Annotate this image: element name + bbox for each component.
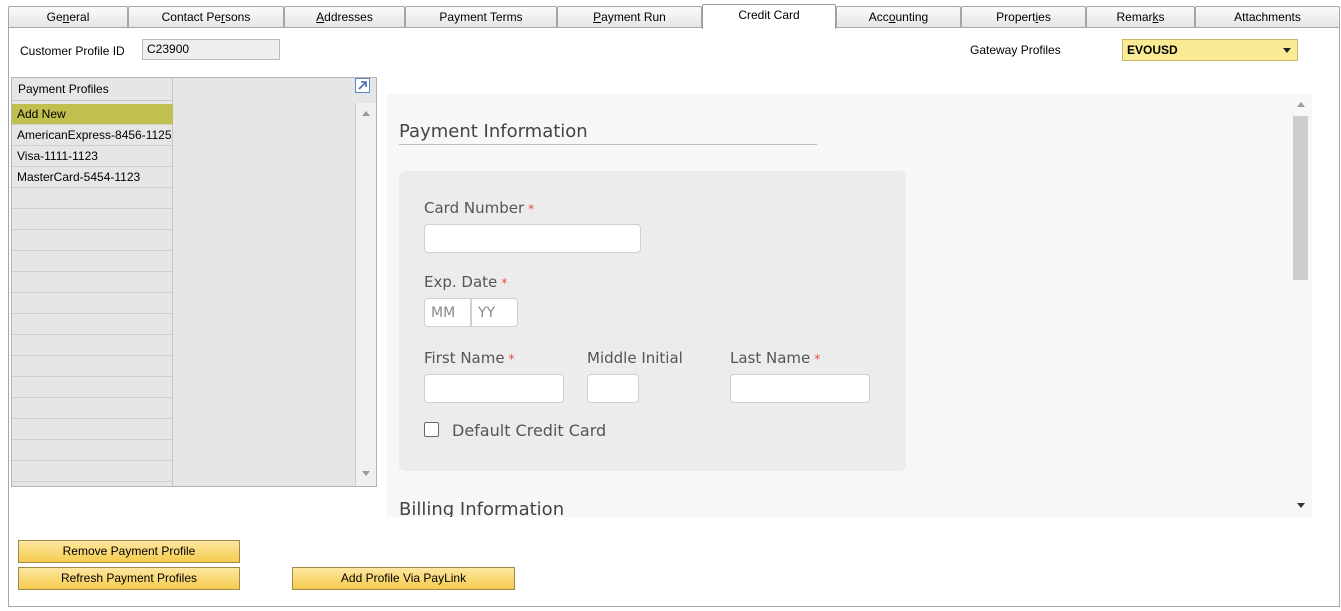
list-item-empty: [12, 398, 173, 419]
middle-initial-label: Middle Initial: [587, 349, 683, 367]
list-item-empty: [12, 377, 173, 398]
list-item-empty: [12, 335, 173, 356]
first-name-input[interactable]: [424, 374, 564, 403]
scrollbar-thumb[interactable]: [1293, 116, 1308, 280]
tab-label: Payment Terms: [439, 10, 523, 24]
tab-bar: General Contact Persons Addresses Paymen…: [8, 4, 1340, 29]
customer-profile-id-field[interactable]: C23900: [142, 39, 280, 60]
tab-label: Acc: [868, 10, 889, 24]
add-profile-via-paylink-button[interactable]: Add Profile Via PayLink: [292, 567, 515, 590]
list-item-empty: [12, 272, 173, 293]
last-name-input[interactable]: [730, 374, 870, 403]
exp-year-input[interactable]: [471, 298, 518, 327]
last-name-label: Last Name *: [730, 349, 820, 367]
scroll-down-icon[interactable]: [362, 471, 370, 476]
payment-profiles-grid: Payment Profiles Add New AmericanExpress…: [11, 77, 377, 487]
grid-scrollbar[interactable]: [355, 103, 376, 486]
tab-label: ddresses: [324, 10, 373, 24]
default-credit-card-label: Default Credit Card: [452, 421, 607, 440]
gateway-profiles-value: EVOUSD: [1127, 43, 1178, 57]
payment-web-panel: Payment Information Card Number * Exp. Da…: [387, 94, 1312, 517]
scroll-up-icon[interactable]: [362, 111, 370, 116]
tab-hotkey: o: [888, 10, 896, 24]
label-text: Card Number: [424, 199, 525, 217]
tab-properties[interactable]: Properties: [961, 6, 1086, 28]
first-name-label: First Name *: [424, 349, 515, 367]
tab-remarks[interactable]: Remarks: [1086, 6, 1195, 28]
chevron-down-icon: [1283, 48, 1291, 53]
tab-label: s: [1158, 10, 1165, 24]
tab-label: unting: [895, 10, 929, 24]
list-item-add-new[interactable]: Add New: [12, 104, 173, 125]
exp-month-input[interactable]: [424, 298, 471, 327]
tab-label: Propert: [996, 10, 1036, 24]
list-item-empty: [12, 251, 173, 272]
tab-label: eral: [69, 10, 90, 24]
list-item-empty: [12, 230, 173, 251]
required-mark: *: [508, 352, 515, 366]
panel-scrollbar[interactable]: [1290, 94, 1312, 517]
label-text: Last Name: [730, 349, 811, 367]
list-item[interactable]: Visa-1111-1123: [12, 146, 173, 167]
list-item-empty: [12, 188, 173, 209]
list-item-empty: [12, 440, 173, 461]
tab-label: es: [1038, 10, 1051, 24]
card-number-label: Card Number *: [424, 199, 534, 217]
tab-label: Remar: [1116, 10, 1153, 24]
customer-profile-id-label: Customer Profile ID: [20, 44, 125, 58]
payment-form-card: Card Number* Exp. Date* First Name* Midd…: [399, 171, 906, 471]
card-number-input[interactable]: [424, 224, 641, 253]
tab-accounting[interactable]: Accounting: [836, 6, 961, 28]
tab-credit-card[interactable]: Credit Card: [702, 4, 836, 29]
list-item[interactable]: AmericanExpress-8456-1125: [12, 125, 173, 146]
scroll-up-icon[interactable]: [1297, 102, 1305, 107]
list-item-empty: [12, 461, 173, 482]
tab-payment-run[interactable]: Payment Run: [557, 6, 702, 28]
tab-addresses[interactable]: Addresses: [284, 6, 405, 28]
scroll-down-icon[interactable]: [1297, 503, 1305, 508]
required-mark: *: [528, 202, 535, 216]
refresh-payment-profiles-button[interactable]: Refresh Payment Profiles: [18, 567, 240, 590]
payment-profiles-header: Payment Profiles: [12, 78, 173, 101]
tab-label: sons: [225, 10, 251, 24]
list-item-empty: [12, 419, 173, 440]
required-mark: *: [814, 352, 821, 366]
tab-hotkey: P: [593, 10, 602, 24]
list-item-empty: [12, 293, 173, 314]
arrow-up-right-icon: [358, 81, 367, 90]
tab-hotkey: A: [316, 10, 325, 24]
tab-label: ayment Run: [601, 10, 666, 24]
gateway-profiles-label: Gateway Profiles: [970, 43, 1061, 57]
expand-icon[interactable]: [355, 78, 370, 93]
middle-initial-input[interactable]: [587, 374, 639, 403]
tab-attachments[interactable]: Attachments: [1195, 6, 1340, 28]
default-credit-card-checkbox[interactable]: [424, 422, 439, 437]
list-item[interactable]: MasterCard-5454-1123: [12, 167, 173, 188]
gateway-profiles-select[interactable]: EVOUSD: [1122, 39, 1298, 61]
section-divider: [399, 144, 817, 145]
tab-label: Contact Pe: [161, 10, 221, 24]
tab-payment-terms[interactable]: Payment Terms: [405, 6, 557, 28]
remove-payment-profile-button[interactable]: Remove Payment Profile: [18, 540, 240, 563]
payment-information-title: Payment Information: [399, 121, 588, 142]
tab-label: Attachments: [1234, 10, 1301, 24]
tab-contact-persons[interactable]: Contact Persons: [128, 6, 284, 28]
tab-general[interactable]: General: [8, 6, 128, 28]
list-item-empty: [12, 314, 173, 335]
required-mark: *: [501, 276, 508, 290]
list-item-empty: [12, 209, 173, 230]
label-text: First Name: [424, 349, 505, 367]
tab-label: Ge: [46, 10, 63, 24]
billing-information-title: Billing Information: [399, 499, 565, 517]
label-text: Exp. Date: [424, 273, 498, 291]
exp-date-label: Exp. Date *: [424, 273, 507, 291]
list-item-empty: [12, 356, 173, 377]
tab-label: Credit Card: [738, 8, 800, 22]
